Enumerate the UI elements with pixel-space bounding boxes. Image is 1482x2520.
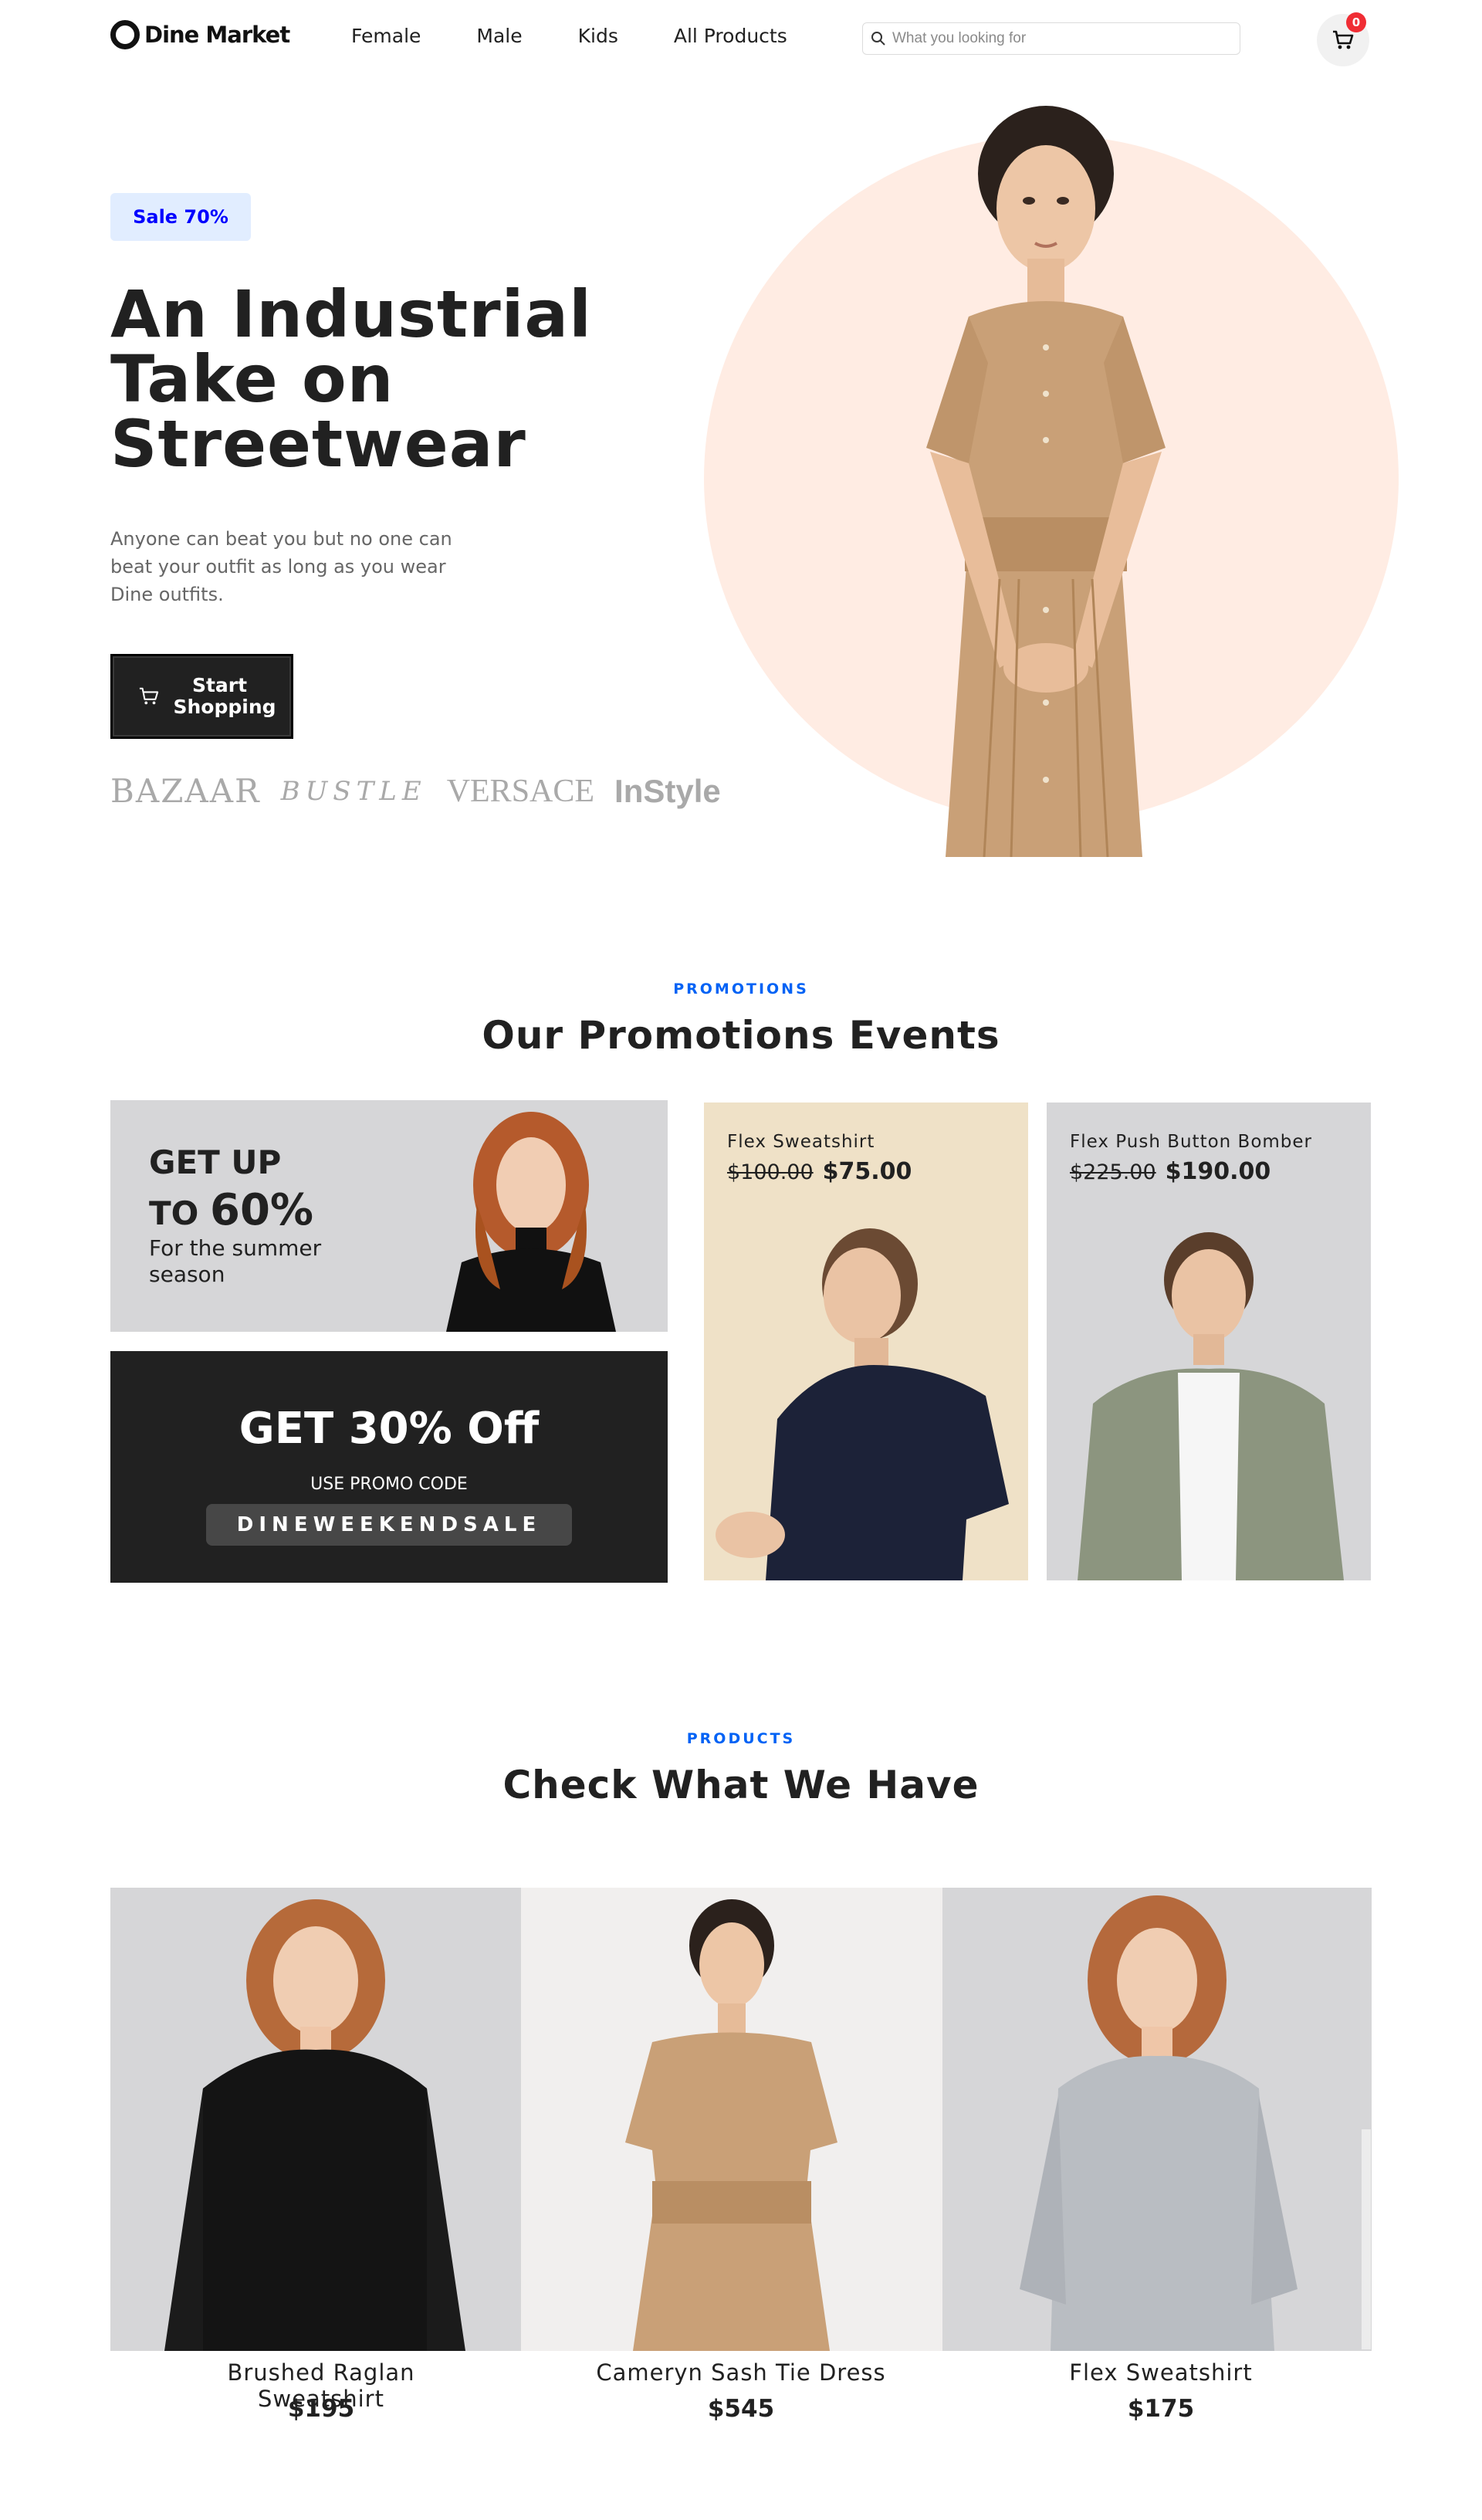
search-input[interactable] <box>892 30 1216 47</box>
product-price: $545 <box>707 2395 775 2423</box>
cart-count-badge: 0 <box>1346 12 1366 32</box>
logo-ring-icon <box>110 20 140 49</box>
promo-new-price: $75.00 <box>822 1158 912 1185</box>
promo-product-prices: $225.00 $190.00 <box>1070 1158 1271 1185</box>
promo-product-card[interactable]: Flex Push Button Bomber $225.00 $190.00 <box>1047 1102 1371 1580</box>
brand-instyle-logo: InStyle <box>614 772 721 809</box>
sale-line-2: TO 60% <box>149 1185 313 1235</box>
product-image[interactable] <box>942 1888 1372 2351</box>
search-icon <box>871 32 885 46</box>
sale-badge: Sale 70% <box>110 193 251 241</box>
product-name[interactable]: Cameryn Sash Tie Dress <box>587 2359 895 2386</box>
promo-code-label: USE PROMO CODE <box>310 1475 468 1494</box>
nav-link-female[interactable]: Female <box>351 25 421 47</box>
promotions-eyebrow: PROMOTIONS <box>673 981 809 998</box>
nav-link-all-products[interactable]: All Products <box>674 25 787 47</box>
sale-line-3: For the summer season <box>149 1235 322 1287</box>
cart-button[interactable]: 0 <box>1317 12 1369 66</box>
sale-percent: 60% <box>209 1185 314 1235</box>
summer-sale-card[interactable]: GET UP TO 60% For the summer season <box>110 1100 668 1332</box>
promotions-title: Our Promotions Events <box>482 1013 1000 1058</box>
carousel-scroll-indicator[interactable] <box>1362 2129 1371 2349</box>
brand-logo[interactable]: Dine Market <box>110 20 290 49</box>
hero-description: Anyone can beat you but no one can beat … <box>110 528 452 605</box>
brand-name: Dine Market <box>144 22 290 48</box>
promo-new-price: $190.00 <box>1165 1158 1271 1185</box>
cart-icon <box>1333 30 1354 49</box>
promo-product-card[interactable]: Flex Sweatshirt $100.00 $75.00 <box>704 1102 1028 1580</box>
promo-headline: GET 30% Off <box>239 1404 540 1454</box>
promo-code-value[interactable]: DINEWEEKENDSALE <box>206 1504 572 1546</box>
promo-product-name: Flex Push Button Bomber <box>1070 1132 1313 1152</box>
start-shopping-label: Start Shopping <box>173 674 276 718</box>
hero-model-image <box>926 106 1166 857</box>
nav-link-male[interactable]: Male <box>476 25 522 47</box>
promo-code-card[interactable]: GET 30% Off USE PROMO CODE DINEWEEKENDSA… <box>110 1351 668 1583</box>
product-price: $175 <box>1127 2395 1195 2423</box>
bomber-jacket-image <box>1078 1232 1344 1580</box>
promo-product-name: Flex Sweatshirt <box>727 1132 875 1152</box>
brand-bazaar-logo: BAZAAR <box>110 772 261 810</box>
promo-old-price: $100.00 <box>727 1160 814 1184</box>
products-title: Check What We Have <box>502 1763 980 1807</box>
hero-title: An Industrial Take on Streetwear <box>110 276 592 482</box>
promo-old-price: $225.00 <box>1070 1160 1156 1184</box>
cart-icon <box>139 687 158 705</box>
product-name[interactable]: Flex Sweatshirt <box>1007 2359 1315 2386</box>
featured-brands: BAZAAR BUSTLE VERSACE InStyle <box>110 772 741 810</box>
promo-model-image <box>446 1112 616 1332</box>
products-carousel[interactable] <box>110 1888 1372 2351</box>
nav-link-kids[interactable]: Kids <box>578 25 618 47</box>
main-nav: Female Male Kids All Products <box>351 25 787 47</box>
brand-bustle-logo: BUSTLE <box>280 775 427 807</box>
product-image[interactable] <box>110 1888 521 2351</box>
sale-line-1: GET UP <box>149 1143 282 1181</box>
sale-line-2-prefix: TO <box>149 1194 199 1232</box>
brand-versace-logo: VERSACE <box>446 773 595 809</box>
product-image[interactable] <box>521 1888 942 2351</box>
product-price: $195 <box>287 2395 355 2423</box>
start-shopping-button[interactable]: Start Shopping <box>110 654 293 739</box>
flex-sweatshirt-image <box>716 1228 1009 1580</box>
search-box <box>862 22 1240 55</box>
products-eyebrow: PRODUCTS <box>686 1730 796 1747</box>
promo-product-prices: $100.00 $75.00 <box>727 1158 912 1185</box>
navbar: Dine Market Female Male Kids All Product… <box>0 0 1482 77</box>
